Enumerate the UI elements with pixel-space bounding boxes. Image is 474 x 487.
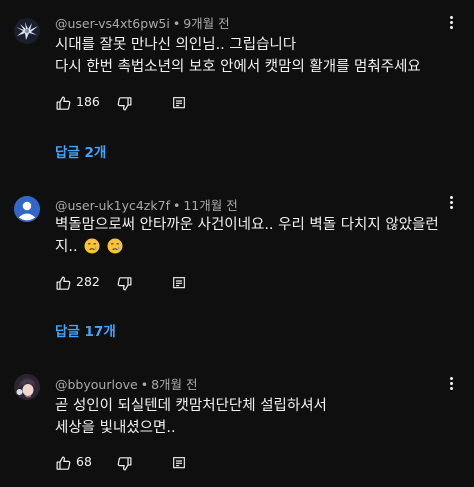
timestamp[interactable]: 11개월 전 — [183, 198, 237, 213]
reply-icon — [171, 455, 187, 471]
comment-actions: 68 — [55, 452, 215, 474]
more-actions-icon[interactable] — [444, 194, 458, 214]
dislike-button[interactable] — [116, 92, 133, 114]
comment-header: @user-vs4xt6pw5i • 9개월 전 — [55, 13, 230, 32]
reply-button[interactable] — [171, 92, 187, 114]
avatar[interactable] — [14, 18, 40, 44]
comment-line-with-emoji: 지.. — [55, 236, 439, 258]
thumb-down-icon — [116, 455, 133, 472]
crying-face-emoji-icon — [107, 238, 123, 254]
crying-face-emoji-icon — [84, 238, 100, 254]
avatar[interactable] — [14, 196, 40, 222]
comment-text: 곧 성인이 되실텐데 캣맘처단단체 설립하셔서 세상을 빛내셨으면.. — [55, 395, 327, 439]
comment-actions: 186 — [55, 92, 215, 114]
like-count: 282 — [76, 274, 100, 289]
thumb-down-icon — [116, 95, 133, 112]
timestamp[interactable]: 9개월 전 — [183, 16, 229, 31]
more-actions-icon[interactable] — [444, 14, 458, 34]
reply-button[interactable] — [171, 452, 187, 474]
comment-header: @user-uk1yc4zk7f • 11개월 전 — [55, 195, 238, 214]
like-button[interactable] — [55, 272, 72, 294]
separator-dot: • — [140, 377, 149, 392]
comment-header: @bbyourlove • 8개월 전 — [55, 374, 198, 393]
view-replies-button[interactable]: 답글 17개 — [55, 320, 116, 340]
anime-character-avatar-icon — [14, 374, 40, 400]
thumb-up-icon — [55, 275, 72, 292]
comment-text: 시대를 잘못 만나신 의인님.. 그립습니다 다시 한번 촉법소년의 보호 안에… — [55, 34, 421, 78]
dislike-button[interactable] — [116, 272, 133, 294]
view-replies-button[interactable]: 답글 2개 — [55, 141, 106, 161]
dislike-button[interactable] — [116, 452, 133, 474]
thumb-down-icon — [116, 275, 133, 292]
separator-dot: • — [172, 198, 181, 213]
comment-line: 곧 성인이 되실텐데 캣맘처단단체 설립하셔서 — [55, 398, 327, 414]
avatar[interactable] — [14, 374, 40, 400]
like-count: 68 — [76, 454, 92, 469]
reply-button[interactable] — [171, 272, 187, 294]
comment-text: 벽돌맘으로써 안타까운 사건이네요.. 우리 벽돌 다치지 않았을런 지.. — [55, 214, 439, 258]
like-button[interactable] — [55, 92, 72, 114]
thumb-up-icon — [55, 95, 72, 112]
comment-line: 시대를 잘못 만나신 의인님.. 그립습니다 — [55, 37, 297, 53]
winged-figure-avatar-icon — [14, 18, 40, 44]
reply-icon — [171, 275, 187, 291]
timestamp[interactable]: 8개월 전 — [151, 377, 197, 392]
author-handle[interactable]: @user-vs4xt6pw5i — [55, 16, 170, 31]
separator-dot: • — [172, 16, 181, 31]
like-count: 186 — [76, 94, 100, 109]
thumb-up-icon — [55, 455, 72, 472]
comment-line: 벽돌맘으로써 안타까운 사건이네요.. 우리 벽돌 다치지 않았을런 — [55, 217, 439, 233]
author-handle[interactable]: @bbyourlove — [55, 377, 138, 392]
more-actions-icon[interactable] — [444, 375, 458, 395]
comment-actions: 282 — [55, 272, 215, 294]
comment-line: 다시 한번 촉법소년의 보호 안에서 캣맘의 활개를 멈춰주세요 — [55, 59, 421, 75]
comment-line: 세상을 빛내셨으면.. — [55, 420, 176, 436]
author-handle[interactable]: @user-uk1yc4zk7f — [55, 198, 170, 213]
comment-line: 지.. — [55, 239, 78, 255]
reply-icon — [171, 95, 187, 111]
default-person-avatar-icon — [14, 196, 40, 222]
like-button[interactable] — [55, 452, 72, 474]
